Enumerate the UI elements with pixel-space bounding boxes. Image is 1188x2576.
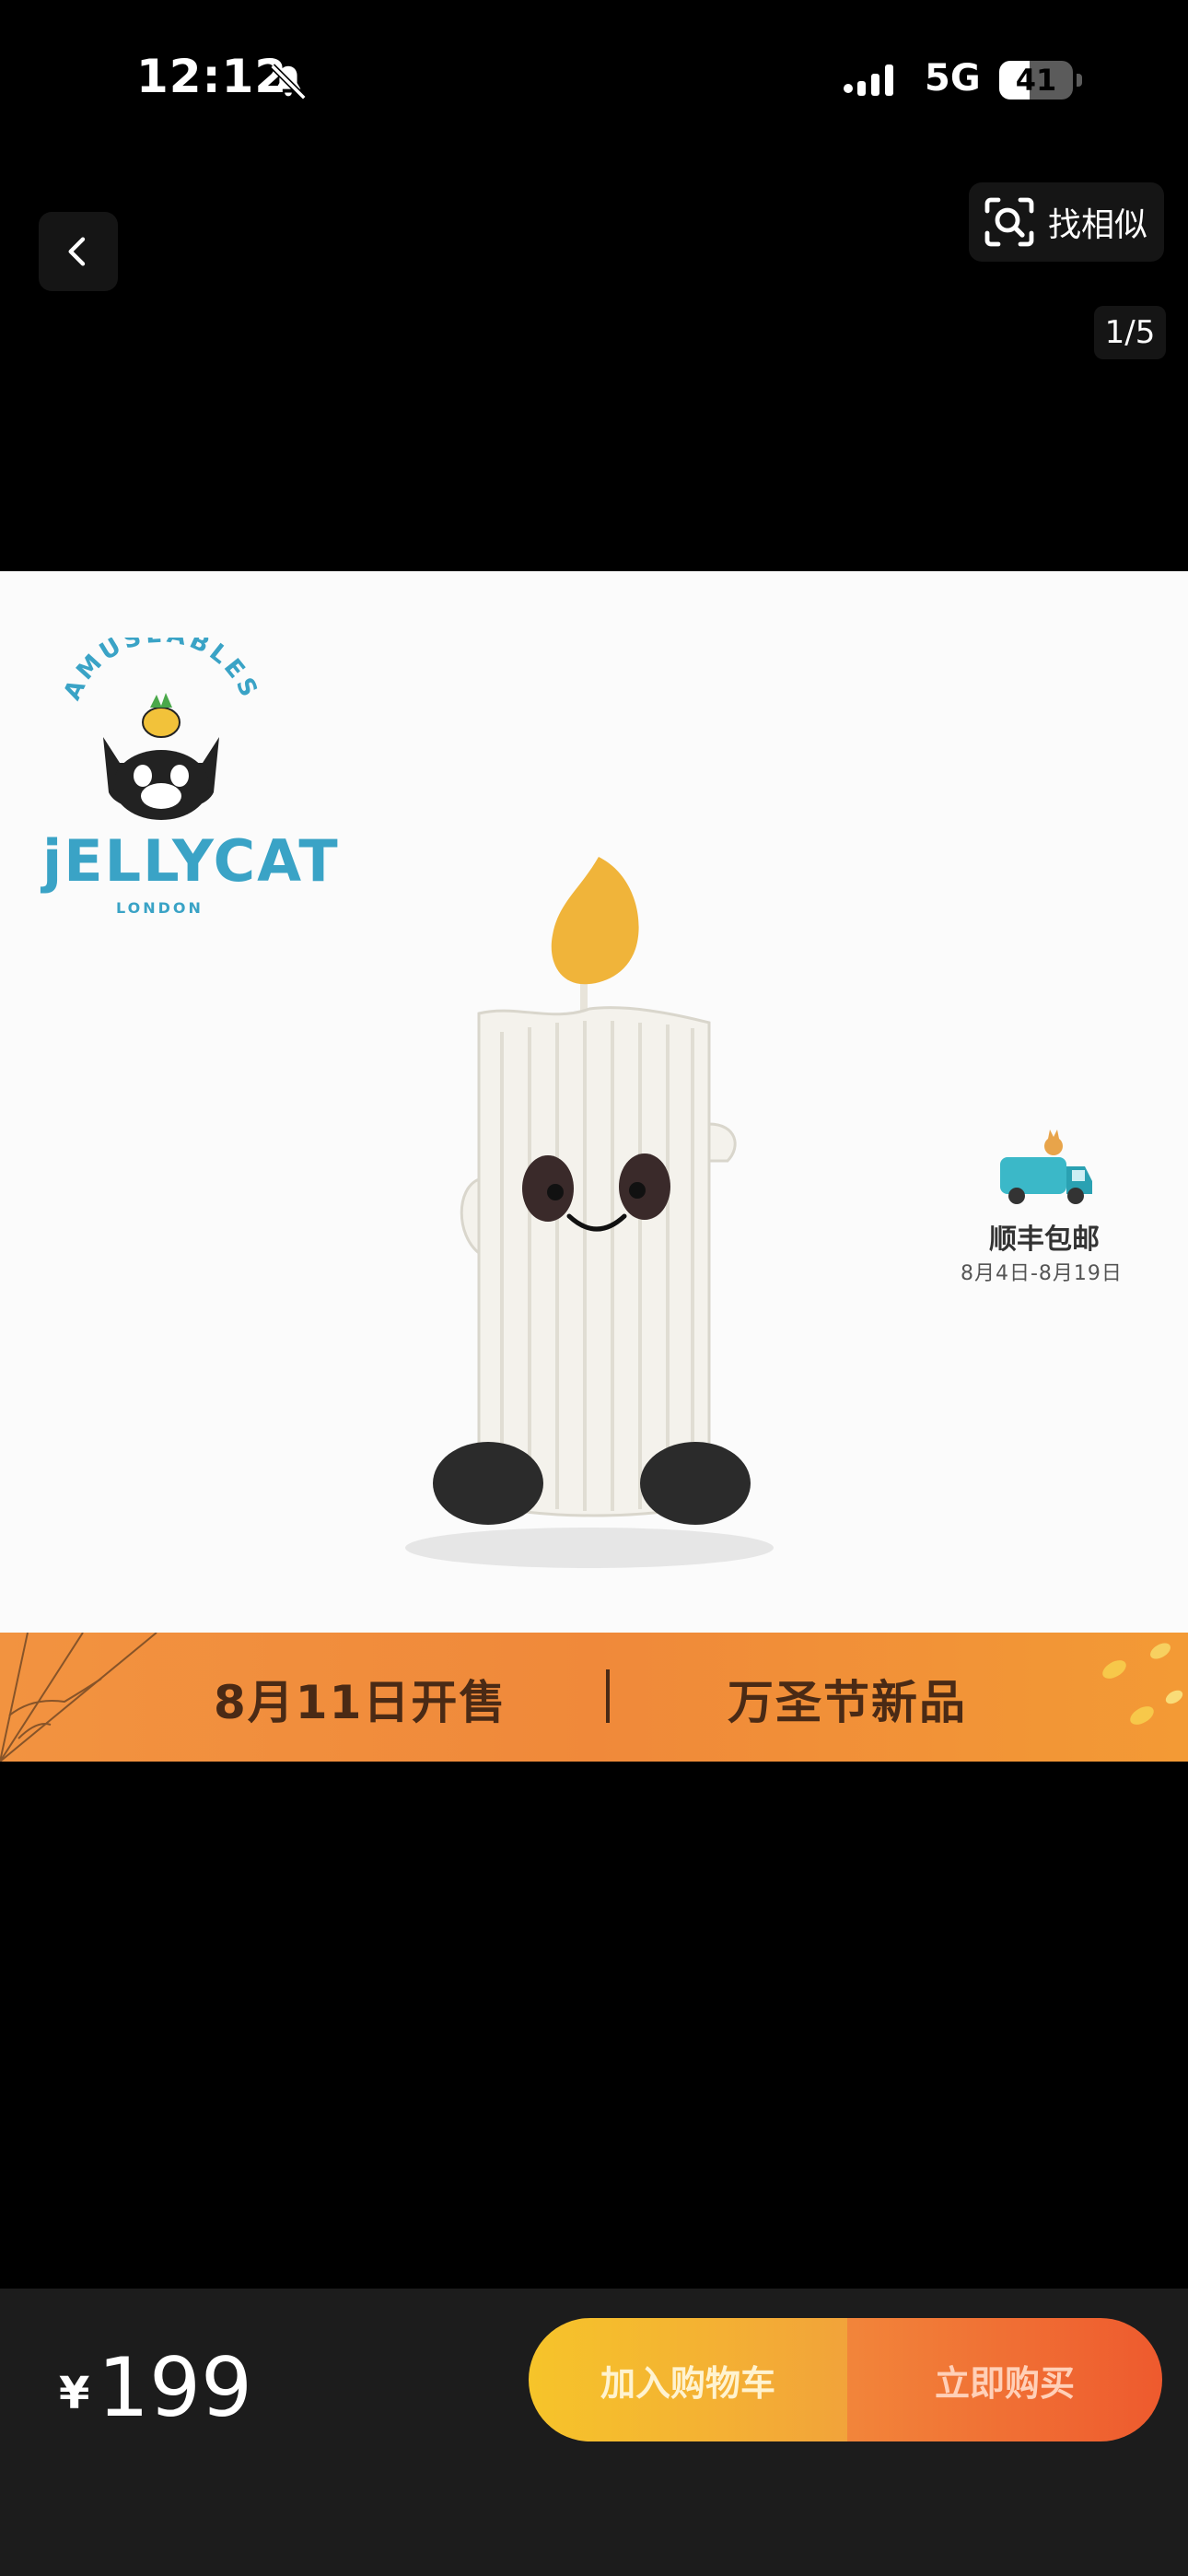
shipping-title: 顺丰包邮: [989, 1224, 1100, 1256]
promo-banner: 8月11日开售 万圣节新品: [0, 1633, 1188, 1762]
battery-percent: 41: [1015, 63, 1057, 98]
brand-top-text: AMUSEABLES: [58, 638, 260, 705]
chevron-left-icon: [68, 237, 86, 266]
banner-sale-date: 8月11日开售: [214, 1676, 507, 1729]
currency-symbol: ¥: [59, 2368, 90, 2419]
svg-text:AMUSEABLES: AMUSEABLES: [58, 638, 263, 705]
confetti-decoration: [1102, 1643, 1183, 1725]
signal-icon: [844, 64, 893, 96]
banner-tagline: 万圣节新品: [728, 1676, 967, 1729]
status-time: 12:12: [136, 50, 288, 103]
jellycat-logo: AMUSEABLES: [58, 638, 263, 820]
cobweb-icon: [0, 1633, 157, 1762]
image-page-indicator: 1/5: [1094, 306, 1166, 359]
product-price: 199: [98, 2340, 252, 2435]
add-to-cart-button[interactable]: 加入购物车: [529, 2318, 847, 2441]
find-similar-button[interactable]: 找相似: [969, 182, 1164, 262]
battery-icon: 41: [999, 61, 1073, 100]
find-similar-label: 找相似: [1048, 206, 1148, 244]
back-button[interactable]: [39, 212, 118, 291]
brand-sub: LONDON: [116, 899, 204, 917]
buy-now-button[interactable]: 立即购买: [847, 2318, 1162, 2441]
network-label: 5G: [925, 57, 981, 100]
battery-cap: [1077, 74, 1082, 87]
banner-divider: [606, 1669, 610, 1723]
brand-name: jELLYCAT: [42, 827, 340, 895]
image-search-icon: [984, 197, 1034, 247]
shipping-dates: 8月4日-8月19日: [961, 1262, 1123, 1285]
delivery-truck-icon: [1000, 1130, 1092, 1204]
bell-muted-icon: [270, 64, 307, 100]
